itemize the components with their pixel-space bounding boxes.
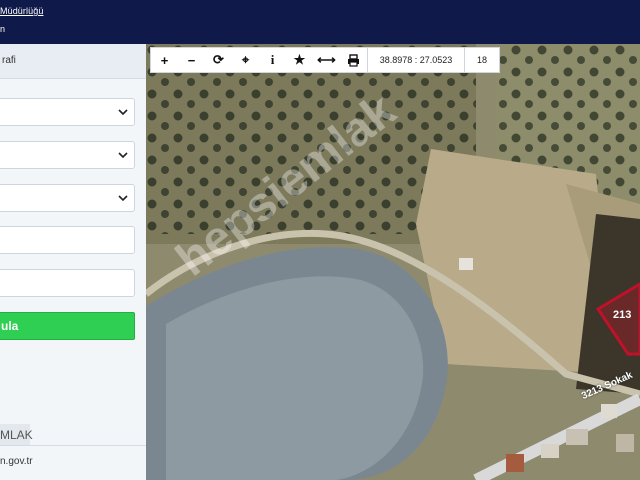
refresh-button[interactable]: ⟳ <box>205 48 232 72</box>
info-button[interactable]: i <box>259 48 286 72</box>
coordinate-readout: 38.8978 : 27.0523 <box>367 48 464 72</box>
refresh-icon: ⟳ <box>213 52 224 67</box>
sidebar-section-title: rafi <box>0 44 146 79</box>
print-icon <box>348 53 359 67</box>
query-button[interactable]: ula <box>0 312 135 340</box>
plus-icon: + <box>160 52 169 68</box>
agency-subtitle: n <box>0 24 6 34</box>
locate-button[interactable]: ⌖ <box>232 48 259 72</box>
divider <box>0 445 146 446</box>
zoom-level-readout: 18 <box>464 48 499 72</box>
measure-arrows-icon: ⟷ <box>317 52 336 67</box>
parcel-input[interactable] <box>0 269 135 297</box>
info-icon: i <box>270 52 275 67</box>
parcel-number-label: 213 <box>613 309 632 321</box>
crosshair-icon: ⌖ <box>241 52 250 67</box>
map-toolbar: + − ⟳ ⌖ i ★ ⟷ 38.8978 : 27.0523 18 <box>150 47 500 73</box>
chevron-down-icon <box>118 109 128 116</box>
chevron-down-icon <box>118 195 128 202</box>
zoom-out-button[interactable]: − <box>178 48 205 72</box>
app-header: Müdürlüğü n <box>0 0 640 44</box>
bookmark-button[interactable]: ★ <box>286 48 313 72</box>
district-select[interactable] <box>0 141 135 169</box>
satellite-map[interactable]: hepsiemlak 213 3213 Sokak <box>146 44 640 480</box>
brand-logo: MLAK <box>0 424 33 446</box>
print-button[interactable] <box>340 48 367 72</box>
zoom-in-button[interactable]: + <box>151 48 178 72</box>
neighborhood-select[interactable] <box>0 184 135 212</box>
query-sidebar: rafi ula MLAK n.gov.tr <box>0 44 147 480</box>
block-input[interactable] <box>0 226 135 254</box>
minus-icon: − <box>187 52 196 68</box>
province-select[interactable] <box>0 98 135 126</box>
agency-title[interactable]: Müdürlüğü <box>0 6 43 16</box>
site-link[interactable]: n.gov.tr <box>0 456 33 467</box>
star-icon: ★ <box>293 52 306 67</box>
chevron-down-icon <box>118 152 128 159</box>
measure-button[interactable]: ⟷ <box>313 48 340 72</box>
